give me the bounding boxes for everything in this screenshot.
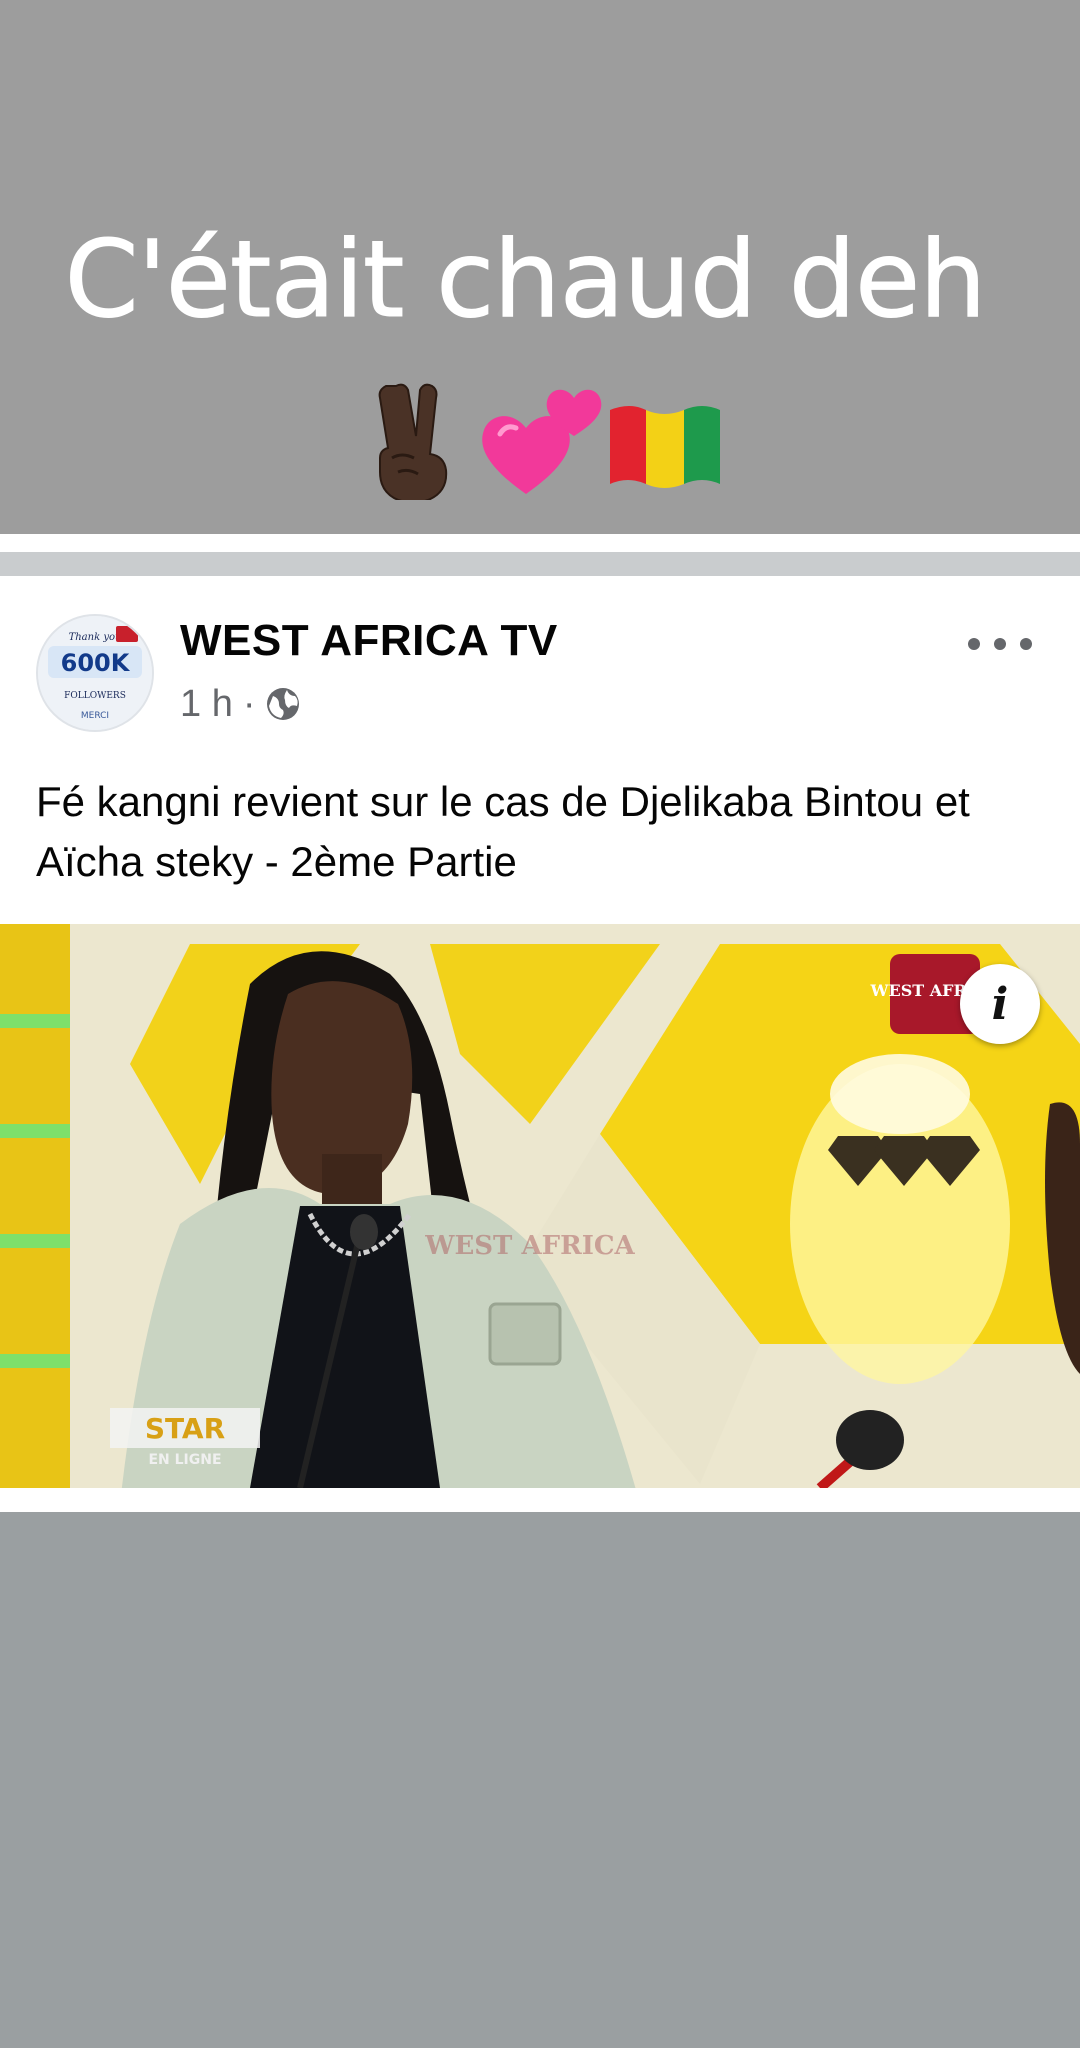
svg-text:600K: 600K xyxy=(61,649,131,677)
svg-text:MERCI: MERCI xyxy=(81,711,109,721)
story-caption: C'était chaud deh xyxy=(64,218,987,342)
meta-separator: · xyxy=(242,682,256,725)
story-background xyxy=(0,1512,1080,2048)
svg-text:EN LIGNE: EN LIGNE xyxy=(148,1452,221,1468)
svg-text:Thank you: Thank you xyxy=(69,632,122,643)
post-text: Fé kangni revient sur le cas de Djelikab… xyxy=(36,778,970,885)
more-options-icon xyxy=(1020,638,1032,650)
post-meta: 1 h · xyxy=(180,680,301,728)
story-caption-area: C'était chaud deh xyxy=(0,0,1080,534)
two-hearts-icon xyxy=(482,389,602,494)
victory-hand-icon xyxy=(378,383,448,500)
guinea-flag-icon xyxy=(610,406,720,488)
svg-text:STAR: STAR xyxy=(145,1412,225,1445)
info-button[interactable]: i xyxy=(960,964,1040,1044)
more-options-button[interactable] xyxy=(968,626,1032,662)
page-avatar[interactable]: Thank you 600K FOLLOWERS MERCI xyxy=(36,614,154,732)
page-name[interactable]: WEST AFRICA TV xyxy=(180,616,558,666)
divider xyxy=(0,552,1080,576)
info-icon: i xyxy=(991,978,1009,1030)
emoji-row xyxy=(0,380,1080,500)
shared-post-card[interactable]: Thank you 600K FOLLOWERS MERCI WEST AFRI… xyxy=(0,576,1080,1512)
more-options-icon xyxy=(968,638,980,650)
svg-text:FOLLOWERS: FOLLOWERS xyxy=(64,691,126,701)
video-frame: WEST AFRICA WEST AFRICA STAR EN LIGNE xyxy=(0,924,1080,1488)
globe-icon xyxy=(267,688,300,720)
post-time[interactable]: 1 h xyxy=(180,683,233,726)
post-video-thumbnail[interactable]: WEST AFRICA WEST AFRICA STAR EN LIGNE i xyxy=(0,924,1080,1488)
divider xyxy=(0,534,1080,552)
svg-text:WEST AFRICA: WEST AFRICA xyxy=(424,1231,635,1261)
more-options-icon xyxy=(994,638,1006,650)
